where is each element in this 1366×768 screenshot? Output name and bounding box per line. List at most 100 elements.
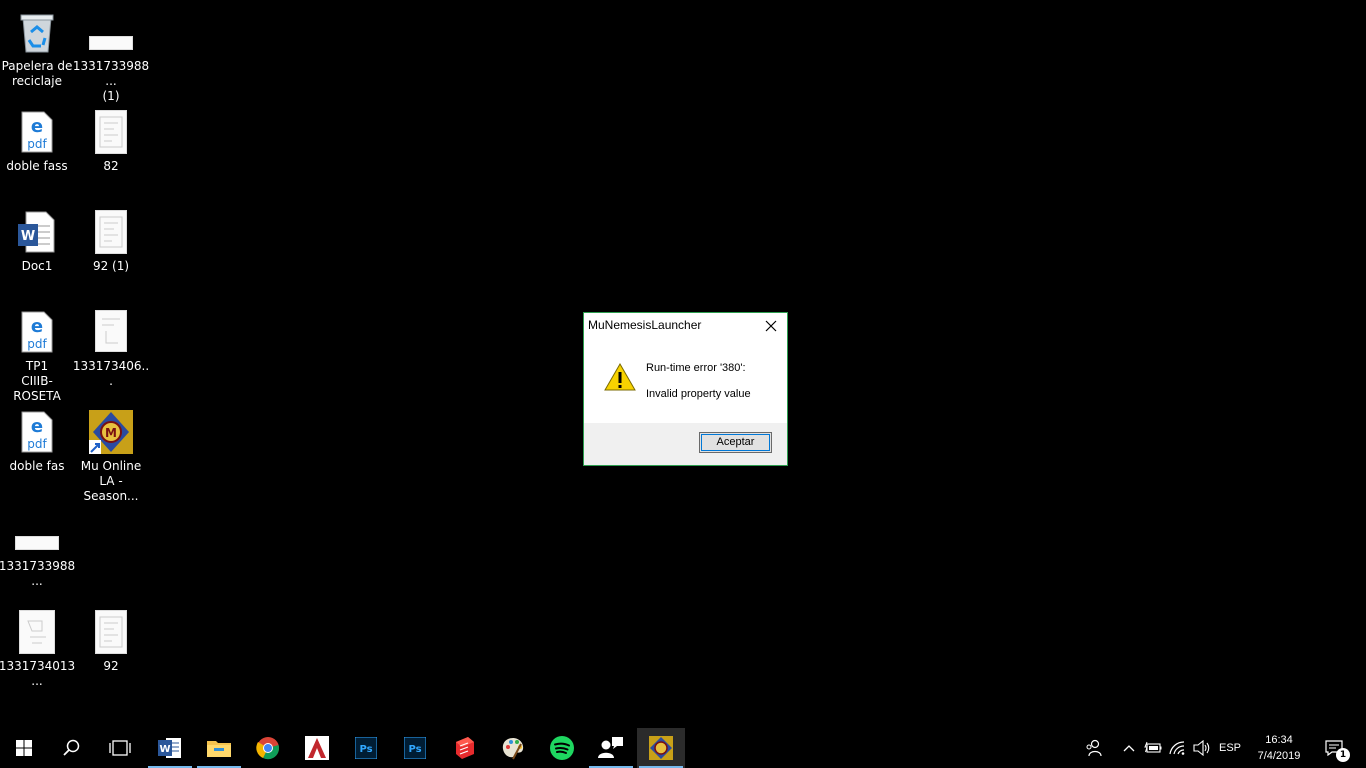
clock-time: 16:34: [1265, 734, 1293, 746]
word-document-icon: W: [18, 210, 56, 258]
desktop-icon-image-92[interactable]: 92: [74, 604, 148, 696]
error-message-line2: Invalid property value: [646, 388, 751, 400]
folder-icon: [207, 741, 231, 757]
pdf-edge-icon: e pdf: [20, 410, 54, 458]
desktop-icon-recycle-bin[interactable]: Papelera de reciclaje: [0, 4, 74, 96]
wifi-icon: [1169, 741, 1185, 755]
desktop-icon-image-1331733988[interactable]: 1331733988...: [0, 504, 76, 596]
desktop-icon-label: 1331733988...: [0, 559, 76, 588]
error-message-line1: Run-time error '380':: [646, 362, 746, 374]
task-view-button[interactable]: [96, 728, 144, 768]
action-center-button[interactable]: 1: [1316, 728, 1352, 768]
svg-text:e: e: [31, 116, 43, 137]
pdf-edge-icon: e pdf: [20, 310, 54, 358]
desktop-icon-label: 1331733988... (1): [72, 59, 150, 103]
volume-button[interactable]: [1190, 728, 1214, 768]
svg-text:W: W: [159, 744, 170, 755]
spotify-icon: [550, 736, 574, 760]
svg-text:e: e: [31, 416, 43, 437]
desktop-icon-pdf-tp1[interactable]: e pdf TP1 CIIIB-ROSETA: [0, 304, 74, 403]
desktop-icon-doc1[interactable]: W Doc1: [0, 204, 74, 296]
image-file-icon: [95, 210, 127, 254]
taskbar-autocad[interactable]: [293, 728, 341, 768]
mu-launcher-icon: [649, 736, 673, 760]
pdf-edge-icon: e pdf: [20, 110, 54, 158]
clock-date: 7/4/2019: [1257, 750, 1301, 762]
image-file-icon: [19, 610, 55, 654]
dialog-title: MuNemesisLauncher: [588, 318, 702, 332]
desktop-icon-image-1331733988-1[interactable]: 1331733988... (1): [73, 4, 149, 103]
language-indicator[interactable]: ESP: [1216, 728, 1244, 768]
chrome-icon: [256, 737, 279, 760]
wifi-button[interactable]: [1166, 728, 1190, 768]
taskbar-mu-launcher[interactable]: [637, 728, 685, 768]
chevron-up-icon: [1123, 745, 1135, 752]
photoshop-icon: Ps: [355, 737, 377, 759]
windows-start-icon: [16, 740, 32, 756]
desktop-icon-label: doble fass: [6, 159, 68, 173]
taskbar: W Ps Ps ESP 16:34 7/4/2019 1: [0, 728, 1366, 768]
svg-text:M: M: [105, 426, 117, 440]
svg-text:W: W: [21, 229, 35, 244]
taskbar-file-explorer[interactable]: [195, 728, 243, 768]
taskbar-chrome[interactable]: [244, 728, 292, 768]
desktop-icon-pdf-doble-fass[interactable]: e pdf doble fass: [0, 104, 74, 196]
taskbar-photoshop-1[interactable]: Ps: [342, 728, 390, 768]
desktop-icon-label: 133173406...: [72, 359, 150, 388]
start-button[interactable]: [0, 728, 48, 768]
photoshop-icon: Ps: [404, 737, 426, 759]
battery-charging-icon: [1144, 741, 1162, 753]
dialog-footer: Aceptar: [584, 423, 787, 465]
taskbar-sketchup[interactable]: [440, 728, 488, 768]
image-file-icon: [15, 536, 59, 550]
notification-badge: 1: [1336, 748, 1350, 762]
desktop-icon-label: Doc1: [21, 259, 53, 273]
svg-text:e: e: [31, 316, 43, 337]
desktop-icon-image-133173406[interactable]: 133173406...: [72, 304, 150, 396]
svg-text:pdf: pdf: [27, 337, 47, 351]
svg-text:Ps: Ps: [359, 744, 372, 755]
show-hidden-icons-button[interactable]: [1118, 728, 1140, 768]
search-button[interactable]: [48, 728, 96, 768]
taskbar-paint[interactable]: [489, 728, 537, 768]
image-file-icon: [95, 110, 127, 154]
people-tray-button[interactable]: [1080, 728, 1108, 768]
image-file-icon: [95, 310, 127, 352]
desktop-icon-label: 92 (1): [92, 259, 130, 273]
desktop-icon-label: 82: [103, 159, 119, 173]
taskbar-spotify[interactable]: [538, 728, 586, 768]
desktop-icon-image-1331734013[interactable]: 1331734013...: [0, 604, 76, 696]
people-tray-icon: [1086, 739, 1102, 757]
mu-online-shortcut-icon: M: [89, 410, 133, 458]
battery-button[interactable]: [1142, 728, 1164, 768]
close-icon: [765, 320, 777, 332]
taskbar-people-app[interactable]: [587, 728, 635, 768]
desktop-icon-label: 92: [103, 659, 119, 673]
recycle-bin-icon: [17, 10, 57, 58]
desktop-icon-mu-online[interactable]: M Mu Online LA - Season...: [74, 404, 148, 503]
desktop-icon-image-92-1[interactable]: 92 (1): [74, 204, 148, 296]
desktop-icon-label: TP1 CIIIB-ROSETA: [13, 359, 61, 403]
desktop-icon-image-82[interactable]: 82: [74, 104, 148, 196]
people-icon: [598, 737, 623, 758]
clock[interactable]: 16:34 7/4/2019: [1246, 732, 1312, 764]
warning-icon: [604, 362, 636, 396]
taskbar-photoshop-2[interactable]: Ps: [391, 728, 439, 768]
taskbar-word[interactable]: W: [146, 728, 194, 768]
close-button[interactable]: [756, 314, 786, 338]
svg-text:pdf: pdf: [27, 437, 47, 451]
desktop-icon-pdf-doble-fas[interactable]: e pdf doble fas: [0, 404, 74, 496]
desktop-icon-label: 1331734013...: [0, 659, 76, 688]
image-file-icon: [95, 610, 127, 654]
svg-text:Ps: Ps: [408, 744, 421, 755]
palette-icon: [502, 738, 524, 760]
desktop-icon-label: Papelera de reciclaje: [1, 59, 73, 88]
desktop-icon-label: Mu Online LA - Season...: [80, 459, 142, 503]
autocad-icon: [305, 736, 329, 760]
ok-button[interactable]: Aceptar: [699, 432, 772, 453]
speaker-icon: [1193, 740, 1210, 756]
error-dialog: MuNemesisLauncher Run-time error '380': …: [583, 312, 788, 466]
svg-text:pdf: pdf: [27, 137, 47, 151]
image-file-icon: [89, 36, 133, 50]
sketchup-icon: [456, 737, 474, 759]
